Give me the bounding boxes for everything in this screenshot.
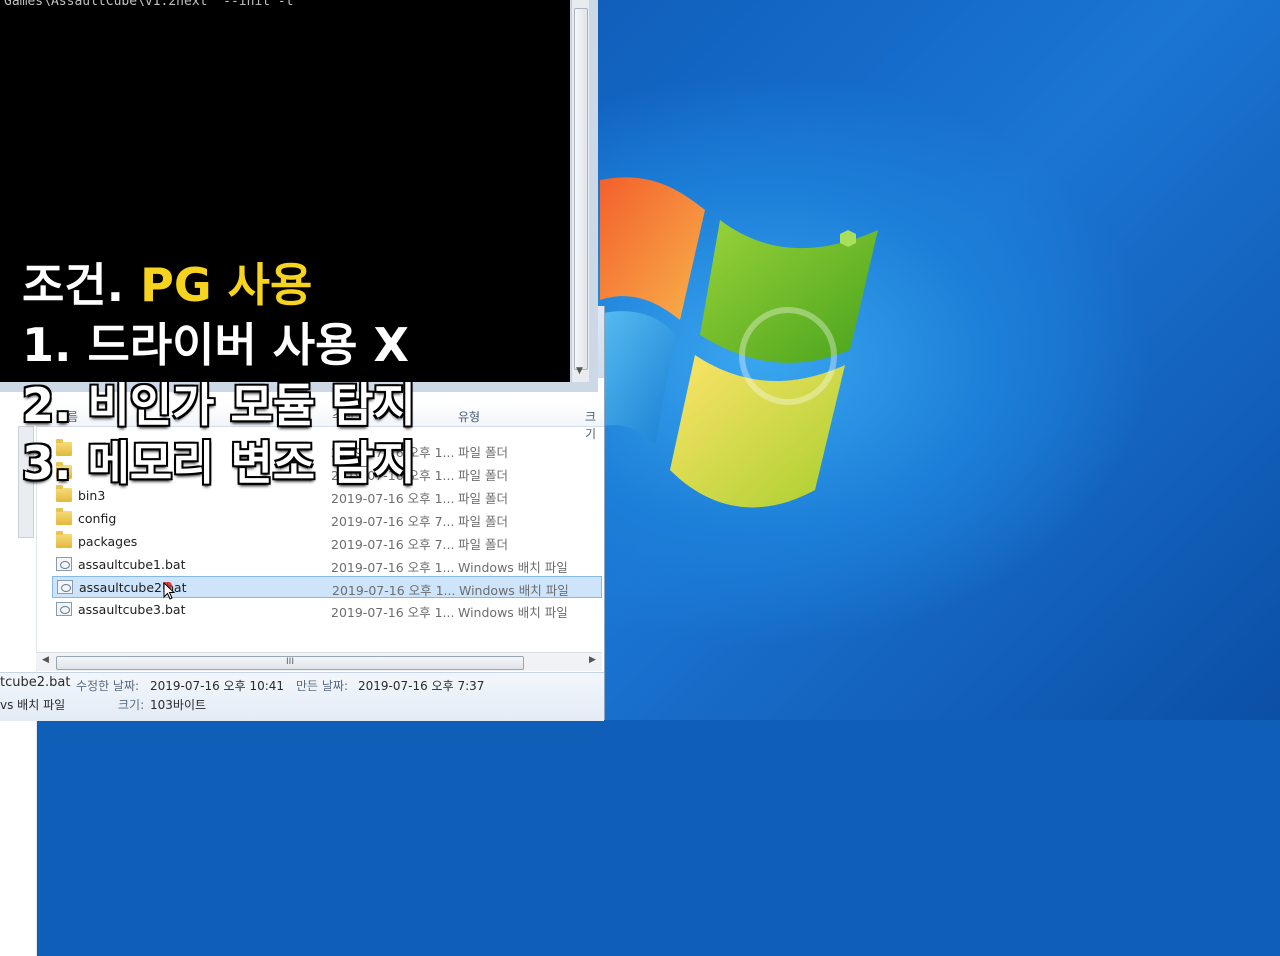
horizontal-scrollbar[interactable]: ◀ III ▶ bbox=[36, 652, 602, 671]
folder-icon bbox=[56, 485, 72, 502]
windows-logo bbox=[590, 177, 878, 508]
caption-line-1: 조건. PG 사용 bbox=[22, 258, 312, 312]
batch-file-icon bbox=[56, 602, 72, 616]
file-type: Windows 배치 파일 bbox=[459, 583, 569, 598]
file-name: packages bbox=[78, 534, 138, 549]
details-modified-label: 수정한 날짜: bbox=[76, 679, 140, 693]
file-list-item[interactable]: assaultcube3.bat 2019-07-16 오후 1... Wind… bbox=[52, 599, 602, 621]
details-created-value: 2019-07-16 오후 7:37 bbox=[358, 679, 485, 693]
details-size-label: 크기: bbox=[118, 698, 145, 712]
details-size-value: 103바이트 bbox=[150, 698, 207, 712]
caption-line-4: 3. 메모리 변조 탐지 bbox=[22, 436, 416, 490]
caption-prefix: 조건. bbox=[22, 258, 125, 312]
file-type: 파일 폴더 bbox=[458, 537, 508, 552]
details-type-value: vs 배치 파일 bbox=[0, 698, 66, 712]
file-type: Windows 배치 파일 bbox=[458, 560, 568, 575]
file-date: 2019-07-16 오후 7... bbox=[331, 537, 455, 552]
details-pane: tcube2.bat 수정한 날짜: 2019-07-16 오후 10:41 만… bbox=[0, 672, 604, 721]
console-vertical-scrollbar[interactable]: ▼ bbox=[571, 0, 589, 382]
file-date: 2019-07-16 오후 1... bbox=[331, 560, 455, 575]
file-type: 파일 폴더 bbox=[458, 491, 508, 506]
scroll-left-icon[interactable]: ◀ bbox=[42, 655, 49, 665]
file-name: assaultcube3.bat bbox=[78, 602, 186, 617]
column-size[interactable]: 크기 bbox=[585, 408, 604, 442]
file-type: 파일 폴더 bbox=[458, 468, 508, 483]
batch-file-icon bbox=[57, 580, 73, 594]
file-date: 2019-07-16 오후 1... bbox=[331, 605, 455, 620]
horizontal-scroll-thumb[interactable]: III bbox=[56, 656, 524, 670]
details-modified-value: 2019-07-16 오후 10:41 bbox=[150, 679, 285, 693]
file-list-item[interactable]: packages 2019-07-16 오후 7... 파일 폴더 bbox=[52, 531, 602, 553]
file-date: 2019-07-16 오후 1... bbox=[332, 583, 456, 598]
file-name: config bbox=[78, 511, 117, 526]
folder-icon bbox=[56, 531, 72, 548]
details-created-label: 만든 날짜: bbox=[296, 679, 349, 693]
scroll-right-icon[interactable]: ▶ bbox=[589, 655, 596, 665]
file-type: 파일 폴더 bbox=[458, 514, 508, 529]
folder-icon bbox=[56, 508, 72, 525]
file-list-item[interactable]: assaultcube1.bat 2019-07-16 오후 1... Wind… bbox=[52, 554, 602, 576]
file-list-item-selected[interactable]: assaultcube2.bat 2019-07-16 오후 1... Wind… bbox=[52, 576, 602, 598]
caption-line-3: 2. 비인가 모듈 탐지 bbox=[22, 378, 416, 432]
file-type: Windows 배치 파일 bbox=[458, 605, 568, 620]
scroll-down-icon[interactable]: ▼ bbox=[576, 366, 583, 376]
file-date: 2019-07-16 오후 1... bbox=[331, 491, 455, 506]
file-type: 파일 폴더 bbox=[458, 445, 508, 460]
file-list-item[interactable]: config 2019-07-16 오후 7... 파일 폴더 bbox=[52, 508, 602, 530]
console-command-line: Games\AssaultCube\v1.2next --init -t bbox=[4, 0, 294, 9]
file-name: assaultcube1.bat bbox=[78, 557, 186, 572]
column-type[interactable]: 유형 bbox=[458, 408, 480, 425]
console-scroll-thumb[interactable] bbox=[574, 8, 588, 370]
mouse-cursor-icon bbox=[163, 582, 176, 600]
file-name: bin3 bbox=[78, 488, 106, 503]
batch-file-icon bbox=[56, 557, 72, 571]
file-date: 2019-07-16 오후 7... bbox=[331, 514, 455, 529]
details-filename: tcube2.bat bbox=[0, 675, 71, 690]
caption-line-2: 1. 드라이버 사용 X bbox=[22, 318, 409, 372]
caption-highlight: PG 사용 bbox=[140, 258, 313, 312]
